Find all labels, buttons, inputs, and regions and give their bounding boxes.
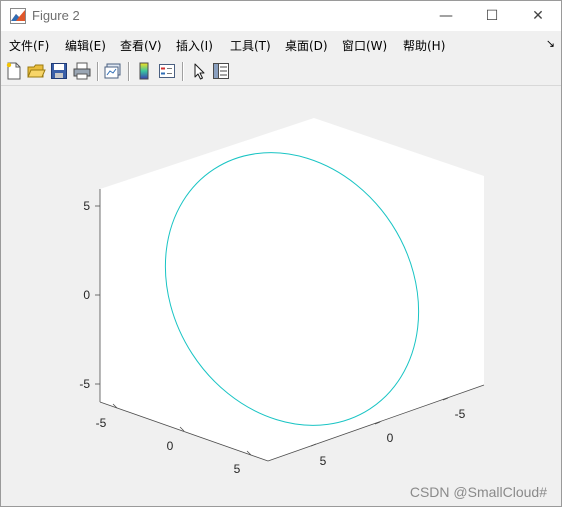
axes-background [100,118,484,461]
link-plot-icon[interactable] [103,61,123,81]
menu-edit[interactable]: 编辑(E) [65,37,106,54]
new-figure-icon[interactable] [4,61,24,81]
window-title: Figure 2 [32,8,80,23]
y-tick-label: 0 [387,431,394,445]
y-tick-label: -5 [455,407,466,421]
menu-help[interactable]: 帮助(H) [403,37,445,54]
maximize-icon: ☐ [485,8,499,24]
matlab-logo-icon [10,8,26,24]
menu-tools[interactable]: 工具(T) [230,37,271,54]
toolbar-separator [182,62,183,81]
insert-colorbar-icon[interactable] [134,61,154,81]
z-tick-label: -5 [79,377,90,391]
print-icon[interactable] [72,61,92,81]
x-tick-label: -5 [96,416,107,430]
open-file-icon[interactable] [26,61,46,81]
x-tick-label: 0 [167,439,174,453]
pointer-icon[interactable] [189,61,209,81]
menu-overflow-icon[interactable]: ↘ [546,37,555,50]
figure-window: Figure 2 — ☐ ✕ 文件(F) 编辑(E) 查看(V) 插入(I) 工… [0,0,562,507]
figure-toolbar [1,58,561,86]
menu-bar: 文件(F) 编辑(E) 查看(V) 插入(I) 工具(T) 桌面(D) 窗口(W… [1,32,561,58]
toolbar-separator [97,62,98,81]
close-button[interactable]: ✕ [515,1,561,31]
menu-window[interactable]: 窗口(W) [342,37,387,54]
z-tick-label: 5 [83,199,90,213]
y-tick-label: 5 [320,454,327,468]
x-tick-label: 5 [234,462,241,476]
menu-view[interactable]: 查看(V) [120,37,162,54]
close-icon: ✕ [532,8,544,24]
z-tick-label: 0 [83,288,90,302]
toolbar-separator [128,62,129,81]
save-icon[interactable] [49,61,69,81]
figure-canvas[interactable]: 5 0 -5 -5 0 5 5 0 -5 CSDN @SmallCloud# [1,86,561,506]
menu-insert[interactable]: 插入(I) [176,37,213,54]
property-inspector-icon[interactable] [211,61,231,81]
maximize-button[interactable]: ☐ [469,1,515,31]
menu-file[interactable]: 文件(F) [9,37,49,54]
minimize-button[interactable]: — [423,1,469,31]
menu-desktop[interactable]: 桌面(D) [285,37,328,54]
insert-legend-icon[interactable] [157,61,177,81]
axes-3d[interactable]: 5 0 -5 -5 0 5 5 0 -5 [1,86,561,506]
title-bar[interactable]: Figure 2 — ☐ ✕ [1,1,561,31]
watermark-text: CSDN @SmallCloud# [409,484,547,500]
minimize-icon: — [439,8,453,24]
